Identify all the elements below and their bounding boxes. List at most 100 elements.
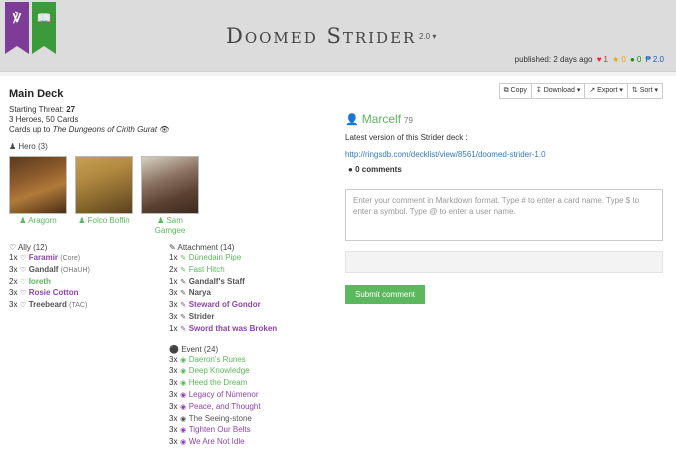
sort-button[interactable]: ⇅ Sort ▾: [627, 83, 663, 99]
card-name[interactable]: Narya: [189, 288, 211, 297]
list-item[interactable]: 3x ◉ Tighten Our Belts: [169, 425, 329, 437]
eye-icon[interactable]: 👁: [159, 125, 169, 134]
list-item[interactable]: 3x ◉ We Are Not Idle: [169, 437, 329, 449]
leadership-ribbon: ℣: [5, 2, 29, 54]
version-dropdown[interactable]: 2.0 ▾: [419, 32, 436, 41]
star-icon: ★: [612, 55, 620, 64]
list-item[interactable]: 3x ◉ Daeron's Runes: [169, 355, 329, 367]
card-qty: 2x: [169, 264, 178, 274]
hero-name[interactable]: ♟ Sam Gamgee: [141, 216, 199, 236]
author-name-link[interactable]: Marcelf: [362, 112, 401, 126]
card-qty: 1x: [169, 253, 178, 262]
submit-comment-button[interactable]: Submit comment: [345, 285, 425, 304]
hero-name[interactable]: ♟ Folco Boffin: [75, 216, 133, 226]
card-qty: 1x: [169, 323, 178, 333]
lore-ribbon: 📖: [32, 2, 56, 54]
card-name[interactable]: Ioreth: [29, 277, 51, 286]
card-name[interactable]: Heed the Dream: [189, 378, 248, 387]
hero-portrait-aragorn[interactable]: [9, 156, 67, 214]
card-name[interactable]: Treebeard: [29, 300, 67, 309]
card-name[interactable]: Steward of Gondor: [189, 300, 261, 309]
card-qty: 3x: [169, 354, 178, 364]
leadership-icon: ℣: [12, 11, 22, 25]
card-qty: 3x: [9, 300, 18, 310]
user-icon: 👤: [345, 114, 359, 126]
hero-portrait-sam[interactable]: [141, 156, 199, 214]
event-icon: ⚫: [169, 344, 179, 354]
card-qty: 3x: [169, 401, 178, 411]
hero-card[interactable]: ♟ Aragorn: [9, 156, 67, 236]
ally-icon: ♡: [20, 302, 27, 310]
decklist-link[interactable]: http://ringsdb.com/decklist/view/8561/do…: [345, 150, 546, 159]
threat-value: 27: [66, 105, 76, 114]
card-name[interactable]: We Are Not Idle: [189, 437, 245, 446]
card-name[interactable]: Sword that was Broken: [189, 324, 277, 333]
card-name[interactable]: Legacy of Númenor: [189, 390, 259, 399]
copy-icon: ⧉: [503, 87, 509, 94]
card-name[interactable]: Fast Hitch: [189, 265, 225, 274]
list-item[interactable]: 3x ◉ The Seeing-stone: [169, 414, 329, 426]
list-item[interactable]: 3x ✎ Narya: [169, 288, 329, 300]
hero-name-label: Folco Boffin: [87, 216, 130, 225]
hero-name[interactable]: ♟ Aragorn: [9, 216, 67, 226]
favorites-count: 0: [621, 55, 626, 64]
cards-up-to-label: Cards up to: [9, 125, 53, 134]
event-section-heading: ⚫ Event (24): [169, 344, 329, 355]
hero-card[interactable]: ♟ Folco Boffin: [75, 156, 133, 236]
attachment-section-label: Attachment (14): [177, 243, 235, 252]
card-name[interactable]: Peace, and Thought: [189, 402, 261, 411]
card-set: (OHaUH): [60, 266, 90, 274]
list-item[interactable]: 3x ◉ Peace, and Thought: [169, 402, 329, 414]
card-qty: 3x: [169, 311, 178, 321]
list-item[interactable]: 3x ♡ Treebeard (TAC): [9, 300, 169, 312]
heart-icon: ♥: [596, 55, 602, 64]
published-info: published: 2 days ago ♥ 1 ★ 0 ● 0 ₱ 2.0: [513, 55, 664, 64]
card-name[interactable]: Strider: [189, 312, 215, 321]
card-name[interactable]: Daeron's Runes: [189, 355, 246, 364]
page-header: ℣ 📖 Doomed Strider 2.0 ▾ published: 2 da…: [0, 0, 676, 72]
card-qty: 3x: [169, 366, 178, 376]
list-item[interactable]: 1x ✎ Gandalf's Staff: [169, 277, 329, 289]
export-label: Export: [597, 87, 618, 94]
list-item[interactable]: 3x ◉ Deep Knowledge: [169, 366, 329, 378]
starting-threat: Starting Threat: 27: [9, 105, 329, 115]
list-item[interactable]: 2x ✎ Fast Hitch: [169, 265, 329, 277]
card-name[interactable]: Deep Knowledge: [189, 366, 250, 375]
list-item[interactable]: 3x ✎ Strider: [169, 312, 329, 324]
download-button[interactable]: ↧ Download ▾: [531, 83, 586, 99]
list-item[interactable]: 1x ✎ Dúnedain Pipe: [169, 253, 329, 265]
list-item[interactable]: 3x ♡ Gandalf (OHaUH): [9, 265, 169, 277]
copy-button[interactable]: ⧉ Copy: [498, 83, 532, 99]
attachment-icon: ✎: [180, 290, 187, 298]
comment-input[interactable]: Enter your comment in Markdown format. T…: [345, 189, 663, 241]
list-item[interactable]: 2x ♡ Ioreth: [9, 277, 169, 289]
list-item[interactable]: 3x ◉ Legacy of Númenor: [169, 390, 329, 402]
card-set: (TAC): [69, 302, 88, 310]
list-item[interactable]: 3x ◉ Heed the Dream: [169, 378, 329, 390]
card-name[interactable]: The Seeing-stone: [189, 414, 252, 423]
card-qty: 3x: [169, 413, 178, 423]
deck-panel: Main Deck Starting Threat: 27 3 Heroes, …: [9, 88, 329, 449]
author-info: 👤 Marcelf 79: [345, 112, 413, 126]
card-name[interactable]: Rosie Cotton: [29, 288, 79, 297]
list-item[interactable]: 3x ✎ Steward of Gondor: [169, 300, 329, 312]
list-item[interactable]: 1x ♡ Faramir (Core): [9, 253, 169, 265]
card-name[interactable]: Dúnedain Pipe: [189, 253, 241, 262]
export-button[interactable]: ↗ Export ▾: [585, 83, 628, 99]
card-name[interactable]: Gandalf's Staff: [189, 277, 245, 286]
list-item[interactable]: 1x ✎ Sword that was Broken: [169, 324, 329, 336]
ally-section-label: Ally (12): [17, 243, 48, 252]
cards-up-to: Cards up to The Dungeons of Cirith Gurat…: [9, 125, 329, 135]
card-name[interactable]: Gandalf: [29, 265, 59, 274]
pack-name[interactable]: The Dungeons of Cirith Gurat: [53, 125, 158, 134]
card-name[interactable]: Tighten Our Belts: [189, 425, 251, 434]
sort-icon: ⇅: [631, 87, 638, 94]
hero-portrait-folco[interactable]: [75, 156, 133, 214]
deck-heading: Main Deck: [9, 88, 64, 100]
card-name[interactable]: Faramir: [29, 253, 58, 262]
card-qty: 3x: [169, 437, 178, 447]
list-item[interactable]: 3x ♡ Rosie Cotton: [9, 288, 169, 300]
card-qty: 3x: [169, 288, 178, 298]
download-label: Download: [543, 87, 575, 94]
hero-card[interactable]: ♟ Sam Gamgee: [141, 156, 199, 236]
